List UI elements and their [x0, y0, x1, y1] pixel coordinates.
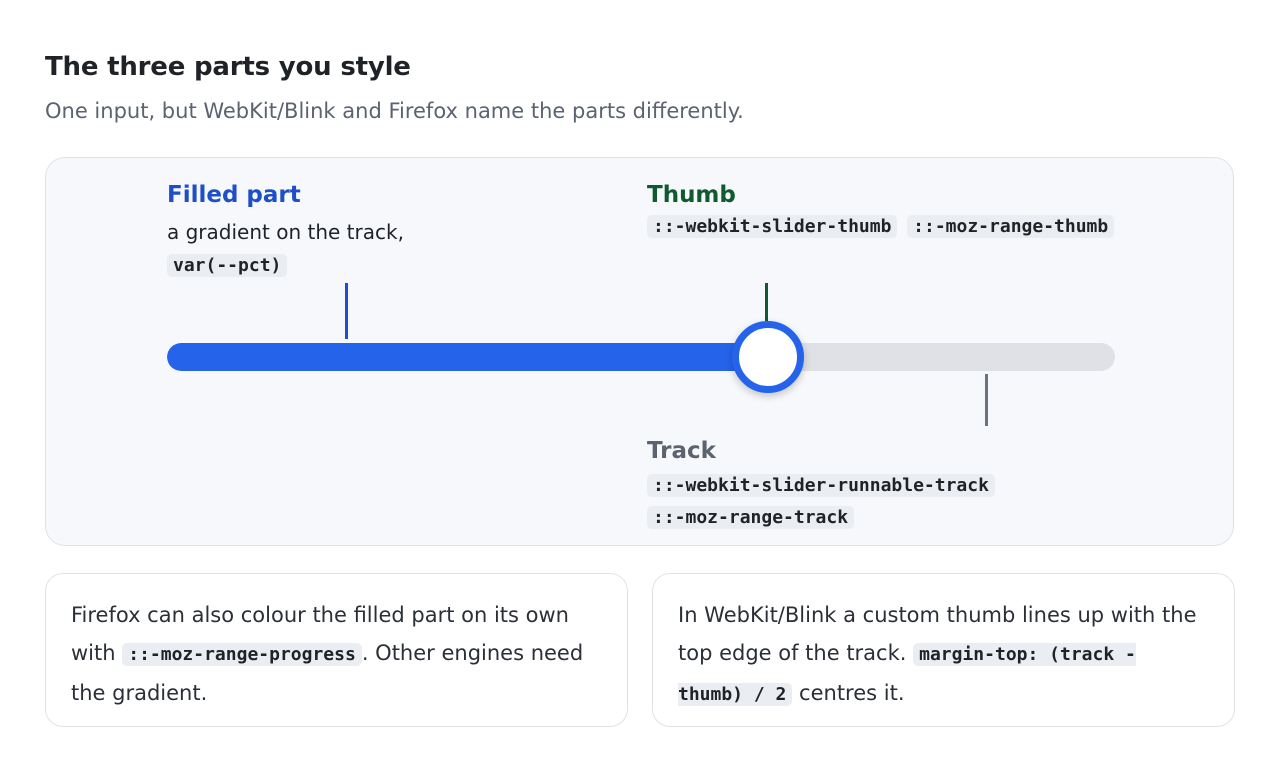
thumb-callout: Thumb ::-webkit-slider-thumb ::-moz-rang…: [647, 182, 1118, 238]
page-title: The three parts you style: [45, 52, 411, 82]
track-selector-webkit: ::-webkit-slider-runnable-track: [647, 474, 995, 497]
thumb-pointer: [765, 283, 768, 321]
thumb-selector-moz: ::-moz-range-thumb: [907, 215, 1115, 238]
track-selectors: ::-webkit-slider-runnable-track ::-moz-r…: [647, 470, 995, 534]
range-slider-track[interactable]: [167, 343, 1115, 371]
filled-part-desc-text: a gradient on the track,: [167, 220, 404, 244]
track-label: Track: [647, 438, 716, 464]
track-callout: Track ::-webkit-slider-runnable-track ::…: [647, 438, 995, 534]
filled-part-code: var(--pct): [167, 254, 288, 277]
page-subtitle: One input, but WebKit/Blink and Firefox …: [45, 99, 744, 123]
range-slider-thumb[interactable]: [732, 321, 805, 393]
filled-part-description: a gradient on the track, var(--pct): [167, 216, 404, 282]
range-slider-filled-part: [167, 343, 769, 371]
firefox-note-code: ::-moz-range-progress: [122, 643, 362, 666]
slider-anatomy-diagram: Filled part a gradient on the track, var…: [45, 157, 1234, 546]
filled-part-label: Filled part: [167, 182, 301, 208]
webkit-note-text-after: centres it.: [792, 681, 905, 705]
firefox-note-card: Firefox can also colour the filled part …: [45, 573, 628, 727]
filled-part-callout: Filled part a gradient on the track, var…: [167, 182, 404, 282]
thumb-label: Thumb: [647, 182, 736, 208]
track-pointer: [985, 374, 988, 426]
thumb-selectors: ::-webkit-slider-thumb ::-moz-range-thum…: [647, 215, 1118, 238]
thumb-selector-webkit: ::-webkit-slider-thumb: [647, 215, 898, 238]
track-selector-moz: ::-moz-range-track: [647, 506, 855, 529]
filled-part-pointer: [345, 283, 348, 339]
webkit-note-card: In WebKit/Blink a custom thumb lines up …: [652, 573, 1235, 727]
